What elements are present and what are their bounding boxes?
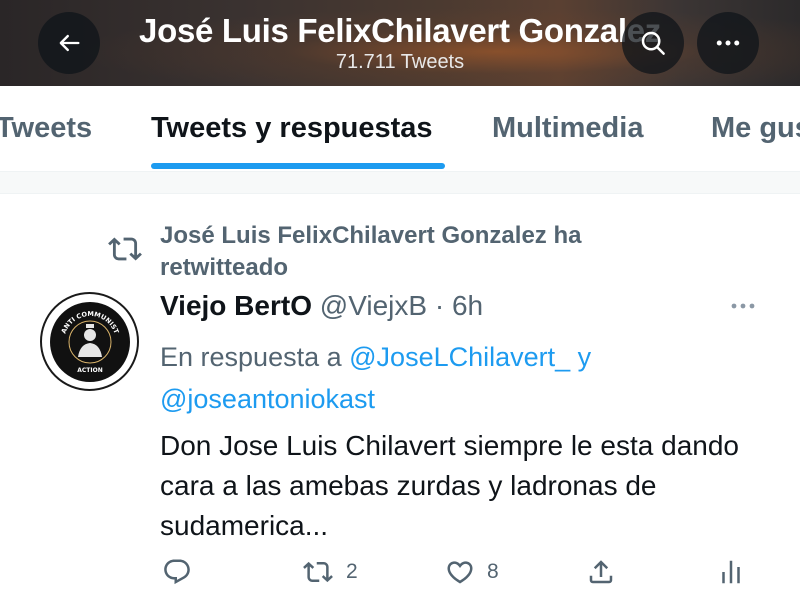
avatar[interactable]: ANTI COMMUNIST ACTION xyxy=(40,292,139,391)
share-icon xyxy=(589,560,613,584)
reply-context: En respuesta a @JoseLChilavert_ y @josea… xyxy=(160,336,680,420)
like-count: 8 xyxy=(487,560,499,583)
avatar-logo: ANTI COMMUNIST ACTION xyxy=(49,301,130,382)
profile-tabs: Tweets Tweets y respuestas Multimedia Me… xyxy=(0,86,800,172)
separator-dot: · xyxy=(434,290,445,321)
retweet-button[interactable]: 2 xyxy=(302,557,358,587)
more-horizontal-icon xyxy=(716,40,740,46)
tweet-more-button[interactable] xyxy=(728,296,758,321)
author-name[interactable]: Viejo BertO xyxy=(160,290,312,321)
tweet-author-row: Viejo BertO @ViejxB · 6h xyxy=(160,290,483,322)
heart-icon xyxy=(447,561,473,584)
tab-media[interactable]: Multimedia xyxy=(492,112,643,145)
retweet-count: 2 xyxy=(346,560,358,583)
section-divider xyxy=(0,172,800,194)
retweet-icon xyxy=(303,561,333,583)
reply-joiner: y xyxy=(577,342,592,372)
more-options-button[interactable] xyxy=(697,12,759,74)
author-handle[interactable]: @ViejxB xyxy=(320,290,427,321)
like-button[interactable]: 8 xyxy=(445,557,499,587)
search-icon xyxy=(641,31,665,55)
reply-icon xyxy=(164,559,190,585)
mention-link[interactable]: @JoseLChilavert_ xyxy=(349,342,570,372)
analytics-button[interactable] xyxy=(716,557,746,587)
tweet-body: Don Jose Luis Chilavert siempre le esta … xyxy=(160,430,739,541)
reply-prefix: En respuesta a xyxy=(160,342,342,372)
tab-tweets[interactable]: Tweets xyxy=(0,112,92,145)
search-button[interactable] xyxy=(622,12,684,74)
analytics-icon xyxy=(722,560,740,584)
tweet-timestamp[interactable]: 6h xyxy=(452,290,483,321)
active-tab-indicator xyxy=(151,163,445,169)
retweet-icon xyxy=(107,232,143,271)
retweet-context-text[interactable]: José Luis FelixChilavert Gonzalez ha ret… xyxy=(160,220,660,284)
mention-link[interactable]: @joseantoniokast xyxy=(160,384,375,414)
tab-likes[interactable]: Me gusta xyxy=(711,112,800,145)
profile-header: José Luis FelixChilavert Gonzalez 71.711… xyxy=(0,0,800,86)
more-horizontal-icon xyxy=(731,303,755,309)
share-button[interactable] xyxy=(586,557,616,587)
reply-button[interactable] xyxy=(162,557,204,587)
svg-text:ACTION: ACTION xyxy=(77,367,103,374)
tab-tweets-replies[interactable]: Tweets y respuestas xyxy=(151,112,433,145)
